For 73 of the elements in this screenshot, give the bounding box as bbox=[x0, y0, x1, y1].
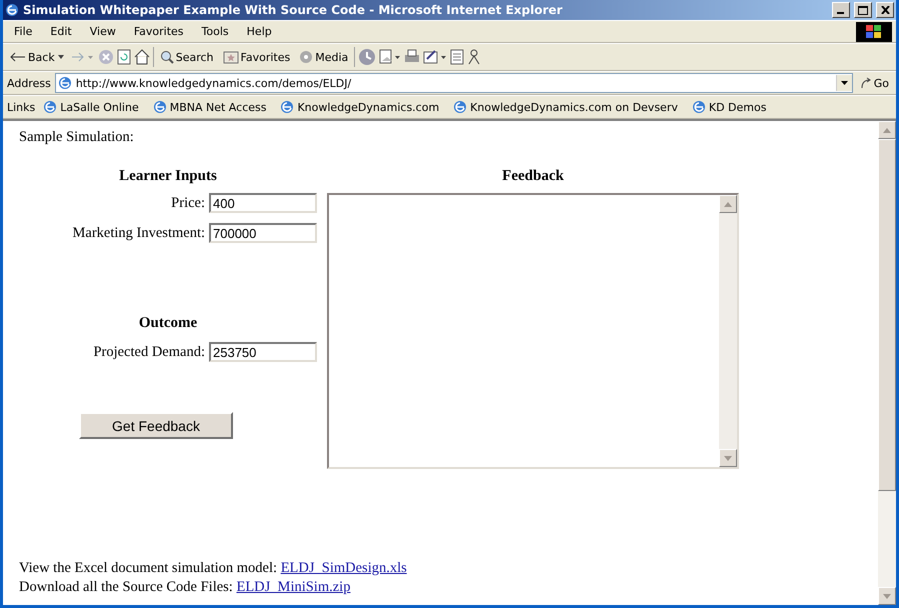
browser-logo-icon bbox=[152, 100, 167, 114]
browser-logo-icon bbox=[5, 3, 19, 17]
browser-logo-icon bbox=[280, 100, 294, 114]
favorites-button[interactable]: Favorites bbox=[220, 50, 294, 64]
text-area-scrollbar[interactable] bbox=[719, 195, 737, 467]
browser-logo-icon bbox=[43, 100, 58, 114]
menu-item[interactable]: Favorites bbox=[126, 25, 191, 38]
refresh-icon[interactable] bbox=[116, 49, 131, 65]
link-bar-item[interactable]: KnowledgeDynamics.com bbox=[274, 100, 446, 114]
maximize-button[interactable] bbox=[854, 2, 872, 18]
address-field[interactable]: http://www.knowledgedynamics.com/demos/ELDJ/ bbox=[54, 73, 853, 93]
menu-item[interactable]: Help bbox=[240, 25, 279, 38]
menu-item[interactable]: View bbox=[82, 25, 123, 38]
menu-item[interactable]: Edit bbox=[43, 25, 79, 38]
footer-text: View the Excel document simulation model: bbox=[19, 560, 278, 576]
download-link[interactable]: ELDJ_MiniSim.zip bbox=[236, 579, 350, 595]
search-button[interactable]: Search bbox=[156, 50, 217, 64]
menu-item[interactable]: Tools bbox=[194, 25, 236, 38]
window-title: Simulation Whitepaper Example With Source Code - Microsoft Internet Explorer bbox=[23, 3, 564, 17]
output-field[interactable]: 253750 bbox=[209, 342, 317, 362]
field-label: Marketing Investment: bbox=[72, 224, 205, 242]
scroll-thumb[interactable] bbox=[878, 139, 896, 491]
input-field[interactable]: 400 bbox=[209, 193, 317, 213]
star-folder-icon bbox=[222, 50, 239, 64]
up-arrow-icon bbox=[883, 128, 891, 132]
windows-logo-icon bbox=[856, 22, 892, 42]
link-bar-item[interactable]: KD Demos bbox=[686, 100, 772, 114]
down-arrow-icon bbox=[883, 594, 891, 598]
media-icon bbox=[299, 50, 314, 64]
browser-logo-icon bbox=[453, 100, 468, 114]
input-field[interactable]: 700000 bbox=[209, 223, 317, 243]
up-arrow-icon bbox=[724, 202, 732, 206]
field-label: Price: bbox=[171, 194, 205, 212]
history-icon[interactable] bbox=[358, 48, 376, 66]
mail-icon[interactable] bbox=[379, 49, 402, 65]
menu-item[interactable]: File bbox=[7, 25, 40, 38]
search-icon bbox=[160, 50, 174, 64]
browser-logo-icon bbox=[692, 100, 706, 114]
download-link[interactable]: ELDJ_SimDesign.xls bbox=[280, 560, 407, 576]
address-label: Address bbox=[7, 76, 51, 90]
links-label: Links bbox=[7, 100, 36, 114]
back-button[interactable]: Back bbox=[7, 50, 68, 64]
scroll-up-button[interactable] bbox=[878, 121, 896, 139]
printer-icon[interactable] bbox=[404, 49, 420, 65]
browser-logo-icon bbox=[58, 76, 72, 90]
get-feedback-button[interactable]: Get Feedback bbox=[79, 412, 233, 439]
go-button[interactable]: Go bbox=[856, 76, 892, 90]
home-icon[interactable] bbox=[134, 49, 150, 65]
document-icon[interactable] bbox=[450, 49, 464, 65]
scroll-up-button[interactable] bbox=[719, 195, 737, 213]
link-bar-item[interactable]: LaSalle Online bbox=[37, 100, 145, 114]
close-button[interactable] bbox=[876, 2, 894, 18]
curved-arrow-icon bbox=[860, 77, 872, 89]
person-icon[interactable] bbox=[467, 49, 482, 65]
media-button[interactable]: Media bbox=[296, 50, 352, 64]
down-arrow-icon bbox=[724, 456, 732, 460]
minimize-button[interactable] bbox=[832, 2, 850, 18]
caret-icon bbox=[56, 54, 65, 60]
scroll-down-button[interactable] bbox=[719, 449, 737, 467]
section-heading: Outcome bbox=[138, 315, 198, 332]
close-icon bbox=[880, 6, 890, 14]
link-bar-item[interactable]: KnowledgeDynamics.com on Devserv bbox=[447, 100, 684, 114]
section-heading: Feedback bbox=[501, 168, 565, 185]
page-scrollbar[interactable] bbox=[878, 121, 896, 605]
maximize-icon bbox=[858, 6, 868, 14]
edit-icon[interactable] bbox=[423, 49, 448, 65]
back-arrow-icon bbox=[10, 52, 26, 62]
footer-text: Download all the Source Code Files: bbox=[19, 579, 234, 595]
link-bar-item[interactable]: MBNA Net Access bbox=[146, 100, 272, 114]
scroll-down-button[interactable] bbox=[878, 587, 896, 605]
intro-text: Sample Simulation: bbox=[19, 129, 135, 146]
field-label: Projected Demand: bbox=[93, 344, 205, 360]
section-heading: Learner Inputs bbox=[118, 168, 218, 185]
